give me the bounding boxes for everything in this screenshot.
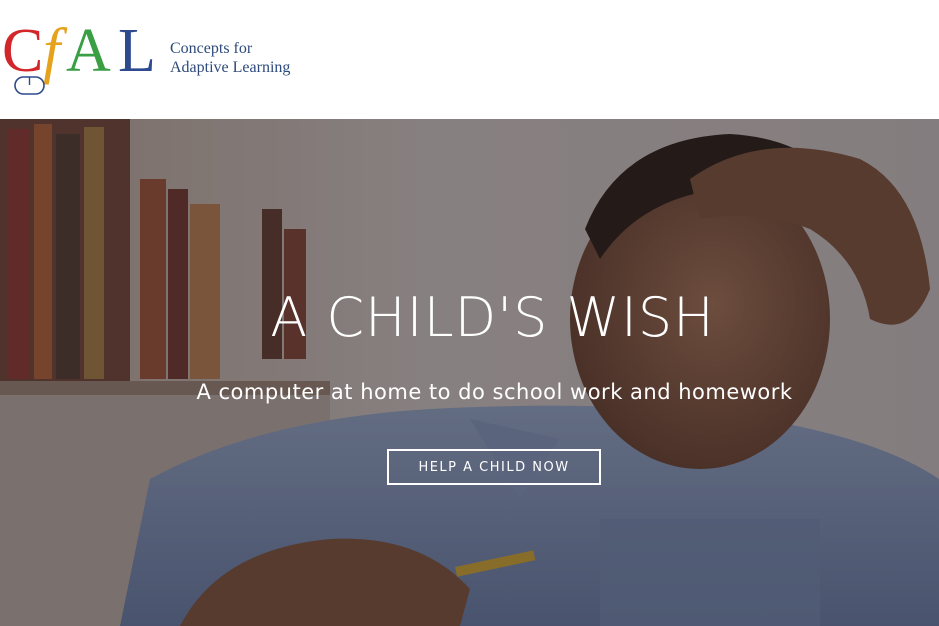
logo-letter-f: f <box>43 17 68 85</box>
help-a-child-button[interactable]: HELP A CHILD NOW <box>387 449 601 485</box>
logo-letter-c: C <box>2 17 43 85</box>
cfal-logo-mark: C f A L <box>2 17 156 95</box>
hero-section: A CHILD'S WISH A computer at home to do … <box>0 119 939 626</box>
computer-mouse-icon <box>14 76 45 95</box>
logo-letter-a: A <box>66 17 111 85</box>
hero-subtitle: A computer at home to do school work and… <box>196 380 793 404</box>
logo-letter-l: L <box>118 17 156 85</box>
logo-line-1: Concepts for <box>170 40 253 57</box>
logo-line-2: Adaptive Learning <box>170 59 291 76</box>
logo-wordmark: Concepts for Adaptive Learning <box>170 39 290 77</box>
hero-title: A CHILD'S WISH <box>270 286 715 349</box>
site-header: C f A L Concepts for Adaptive Learning <box>0 0 939 119</box>
hero-dark-overlay <box>0 119 939 626</box>
logo[interactable]: C f A L Concepts for Adaptive Learning <box>0 14 330 100</box>
